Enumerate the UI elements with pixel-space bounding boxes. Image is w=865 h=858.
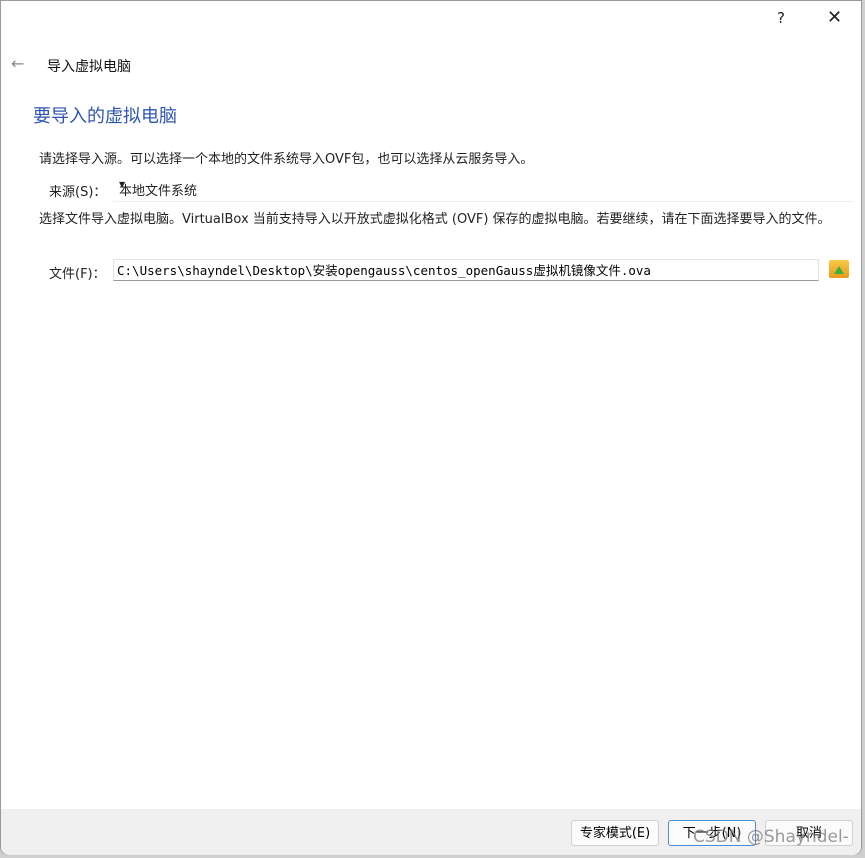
source-label: 来源(S)： bbox=[49, 185, 107, 200]
intro-text: 请选择导入源。可以选择一个本地的文件系统导入OVF包，也可以选择从云服务导入。 bbox=[39, 152, 534, 167]
chevron-down-icon: ▼ bbox=[119, 180, 126, 189]
page-heading: 要导入的虚拟电脑 bbox=[33, 106, 177, 127]
import-dialog: ? ✕ ← 导入虚拟电脑 要导入的虚拟电脑 请选择导入源。可以选择一个本地的文件… bbox=[0, 0, 862, 855]
watermark: CSDN @Shayndel- bbox=[693, 827, 849, 847]
expert-mode-button[interactable]: 专家模式(E) bbox=[571, 820, 659, 846]
description-text: 选择文件导入虚拟电脑。VirtualBox 当前支持导入以开放式虚拟化格式 (O… bbox=[39, 212, 831, 227]
file-path-input[interactable]: C:\Users\shayndel\Desktop\安装opengauss\ce… bbox=[113, 259, 819, 281]
file-label: 文件(F)： bbox=[49, 267, 106, 282]
help-button[interactable]: ? bbox=[777, 9, 785, 27]
folder-open-icon[interactable] bbox=[829, 260, 849, 278]
wizard-title: 导入虚拟电脑 bbox=[47, 59, 131, 75]
close-button[interactable]: ✕ bbox=[827, 7, 842, 28]
source-select[interactable]: 本地文件系统 ▼ bbox=[113, 177, 853, 202]
back-arrow-icon[interactable]: ← bbox=[11, 54, 24, 73]
